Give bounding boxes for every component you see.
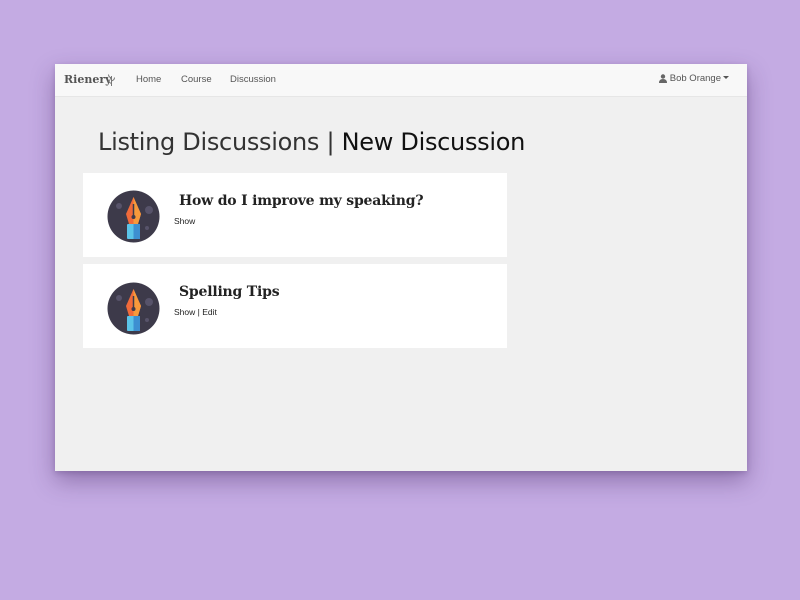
pen-nib-avatar-icon [107,190,160,243]
wheat-sprout-icon [108,74,115,86]
pen-nib-avatar-icon [107,282,160,335]
user-icon [658,74,667,83]
brand-logo[interactable]: Rienery [64,73,112,86]
discussion-title[interactable]: Spelling Tips [179,284,280,300]
title-separator: | [326,128,335,156]
show-link[interactable]: Show [174,307,195,317]
discussion-title[interactable]: How do I improve my speaking? [179,193,424,209]
navbar: Rienery Home Course Discussion Bob Orang… [55,64,747,97]
page-title: Listing Discussions | New Discussion [98,128,525,156]
user-menu[interactable]: Bob Orange [658,73,729,84]
nav-course[interactable]: Course [181,74,212,85]
discussion-card: Spelling Tips Show | Edit [83,264,507,348]
show-link[interactable]: Show [174,216,195,226]
page-title-text: Listing Discussions [98,128,320,156]
action-separator: | [197,307,200,317]
edit-link[interactable]: Edit [202,307,217,317]
caret-down-icon [723,76,729,79]
nav-home[interactable]: Home [136,74,161,85]
user-name: Bob Orange [669,73,721,84]
discussion-actions: Show [174,216,195,226]
discussion-actions: Show | Edit [174,307,217,317]
discussion-card: How do I improve my speaking? Show [83,173,507,257]
new-discussion-link[interactable]: New Discussion [342,128,526,156]
app-window: Rienery Home Course Discussion Bob Orang… [55,64,747,471]
nav-discussion[interactable]: Discussion [230,74,276,85]
